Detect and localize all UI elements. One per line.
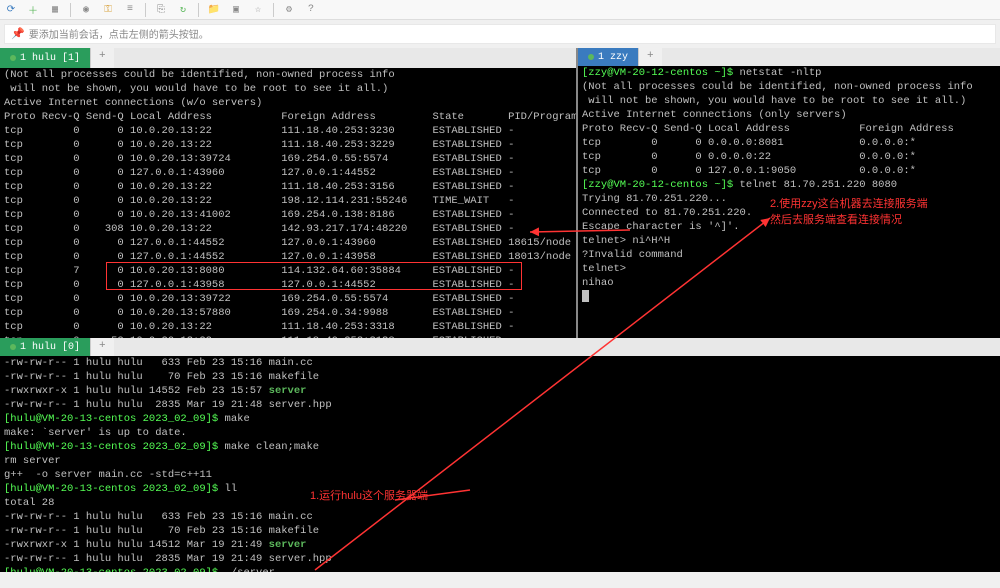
person-icon[interactable]: ◉ bbox=[79, 3, 93, 17]
right-tabs-row: 1 zzy + bbox=[578, 48, 1000, 66]
help-icon[interactable]: ? bbox=[304, 3, 318, 17]
terminal-line: Active Internet connections (only server… bbox=[578, 108, 1000, 122]
top-panes-container: 1 hulu [1] + (Not all processes could be… bbox=[0, 48, 1000, 338]
terminal-line: rm server bbox=[0, 454, 1000, 468]
terminal-line: [hulu@VM-20-13-centos 2023_02_09]$ make bbox=[0, 412, 1000, 426]
terminal-line: telnet> bbox=[578, 262, 1000, 276]
terminal-line: -rw-rw-r-- 1 hulu hulu 70 Feb 23 15:16 m… bbox=[0, 370, 1000, 384]
terminal-line: -rw-rw-r-- 1 hulu hulu 2835 Mar 19 21:49… bbox=[0, 552, 1000, 566]
tab-hulu-0[interactable]: 1 hulu [0] bbox=[0, 338, 91, 356]
terminal-line: [zzy@VM-20-12-centos ~]$ netstat -nltp bbox=[578, 66, 1000, 80]
netstat-row: tcp 0 0 127.0.0.1:43960 127.0.0.1:44552 … bbox=[0, 166, 576, 180]
main-toolbar: ⟳ ＋ ▦ ◉ ⚿ ≡ ⎘ ↻ 📁 ▣ ☆ ⚙ ? bbox=[0, 0, 1000, 20]
netstat-row: tcp 7 0 10.0.20.13:8080 114.132.64.60:35… bbox=[0, 264, 576, 278]
terminal-line: telnet> ni^H^H bbox=[578, 234, 1000, 248]
tab-label: 1 zzy bbox=[598, 52, 628, 63]
terminal-line: (Not all processes could be identified, … bbox=[578, 80, 1000, 94]
terminal-line: -rw-rw-r-- 1 hulu hulu 633 Feb 23 15:16 … bbox=[0, 356, 1000, 370]
tab-zzy[interactable]: 1 zzy bbox=[578, 48, 639, 66]
list-icon[interactable]: ≡ bbox=[123, 3, 137, 17]
terminal-line: total 28 bbox=[0, 496, 1000, 510]
netstat-row: tcp 0 0 10.0.20.13:22 111.18.40.253:3318… bbox=[0, 320, 576, 334]
toolbar-separator bbox=[145, 3, 146, 17]
key-icon[interactable]: ⚿ bbox=[101, 3, 115, 17]
tab-label: 1 hulu [0] bbox=[20, 342, 80, 353]
sync-icon[interactable]: ⟳ bbox=[4, 3, 18, 17]
terminal-line: Proto Recv-Q Send-Q Local Address Foreig… bbox=[578, 122, 1000, 136]
add-tab-button[interactable]: + bbox=[639, 48, 662, 66]
netstat-row: tcp 0 0 10.0.20.13:22 111.18.40.253:3229… bbox=[0, 138, 576, 152]
terminal-line: Connected to 81.70.251.220. bbox=[578, 206, 1000, 220]
terminal-line: -rwxrwxr-x 1 hulu hulu 14552 Feb 23 15:5… bbox=[0, 384, 1000, 398]
terminal-line: tcp 0 0 127.0.0.1:9050 0.0.0.0:* LISTEN bbox=[578, 164, 1000, 178]
star-icon[interactable]: ☆ bbox=[251, 3, 265, 17]
bottom-tabs-row: 1 hulu [0] + bbox=[0, 338, 1000, 356]
terminal-line: tcp 0 0 0.0.0.0:22 0.0.0.0:* LISTEN bbox=[578, 150, 1000, 164]
tab-hulu-1[interactable]: 1 hulu [1] bbox=[0, 48, 91, 68]
netstat-row: tcp 0 0 10.0.20.13:22 111.18.40.253:3230… bbox=[0, 124, 576, 138]
netstat-row: tcp 0 0 127.0.0.1:43958 127.0.0.1:44552 … bbox=[0, 278, 576, 292]
terminal-line: Trying 81.70.251.220... bbox=[578, 192, 1000, 206]
netstat-row: tcp 0 0 10.0.20.13:22 198.12.114.231:552… bbox=[0, 194, 576, 208]
toolbar-separator bbox=[70, 3, 71, 17]
hint-bar: 📌 要添加当前会话，点击左侧的箭头按钮。 bbox=[4, 24, 996, 44]
add-tab-button[interactable]: + bbox=[91, 48, 114, 68]
terminal-line: Escape character is '^]'. bbox=[578, 220, 1000, 234]
right-terminal-content[interactable]: [zzy@VM-20-12-centos ~]$ netstat -nltp(N… bbox=[578, 66, 1000, 304]
terminal-line: make: `server' is up to date. bbox=[0, 426, 1000, 440]
bottom-terminal-pane[interactable]: -rw-rw-r-- 1 hulu hulu 633 Feb 23 15:16 … bbox=[0, 356, 1000, 572]
tab-label: 1 hulu [1] bbox=[20, 53, 80, 64]
right-terminal-pane[interactable]: 1 zzy + [zzy@VM-20-12-centos ~]$ netstat… bbox=[578, 48, 1000, 338]
copy-icon[interactable]: ⎘ bbox=[154, 3, 168, 17]
left-tabs-row: 1 hulu [1] + bbox=[0, 48, 576, 68]
terminal-line: will not be shown, you would have to be … bbox=[578, 94, 1000, 108]
netstat-row: tcp 0 52 10.0.20.13:22 111.18.40.253:313… bbox=[0, 334, 576, 338]
bottom-terminal-content[interactable]: -rw-rw-r-- 1 hulu hulu 633 Feb 23 15:16 … bbox=[0, 356, 1000, 572]
gear-icon[interactable]: ⚙ bbox=[282, 3, 296, 17]
netstat-row: tcp 0 308 10.0.20.13:22 142.93.217.174:4… bbox=[0, 222, 576, 236]
netstat-row: tcp 0 0 10.0.20.13:22 111.18.40.253:3156… bbox=[0, 180, 576, 194]
folder-icon[interactable]: 📁 bbox=[207, 3, 221, 17]
terminal-line: -rw-rw-r-- 1 hulu hulu 70 Feb 23 15:16 m… bbox=[0, 524, 1000, 538]
terminal-line: ?Invalid command bbox=[578, 248, 1000, 262]
add-tab-button[interactable]: + bbox=[91, 338, 114, 356]
netstat-row: tcp 0 0 127.0.0.1:44552 127.0.0.1:43960 … bbox=[0, 236, 576, 250]
netstat-row: tcp 0 0 10.0.20.13:41002 169.254.0.138:8… bbox=[0, 208, 576, 222]
pin-icon: 📌 bbox=[11, 27, 25, 41]
plus-icon[interactable]: ＋ bbox=[26, 3, 40, 17]
terminal-line: [zzy@VM-20-12-centos ~]$ telnet 81.70.25… bbox=[578, 178, 1000, 192]
left-terminal-pane[interactable]: 1 hulu [1] + (Not all processes could be… bbox=[0, 48, 578, 338]
status-dot-icon bbox=[10, 344, 16, 350]
netstat-row: tcp 0 0 10.0.20.13:39724 169.254.0.55:55… bbox=[0, 152, 576, 166]
terminal-line: [hulu@VM-20-13-centos 2023_02_09]$ ./ser… bbox=[0, 566, 1000, 572]
status-dot-icon bbox=[588, 54, 594, 60]
terminal-line: [hulu@VM-20-13-centos 2023_02_09]$ ll bbox=[0, 482, 1000, 496]
terminal-line: -rwxrwxr-x 1 hulu hulu 14512 Mar 19 21:4… bbox=[0, 538, 1000, 552]
terminal-line: -rw-rw-r-- 1 hulu hulu 2835 Mar 19 21:48… bbox=[0, 398, 1000, 412]
terminal-line: [hulu@VM-20-13-centos 2023_02_09]$ make … bbox=[0, 440, 1000, 454]
toolbar-separator bbox=[273, 3, 274, 17]
terminal-icon[interactable]: ▣ bbox=[229, 3, 243, 17]
refresh-icon[interactable]: ↻ bbox=[176, 3, 190, 17]
terminal-line: -rw-rw-r-- 1 hulu hulu 633 Feb 23 15:16 … bbox=[0, 510, 1000, 524]
grid-icon[interactable]: ▦ bbox=[48, 3, 62, 17]
toolbar-separator bbox=[198, 3, 199, 17]
netstat-row: tcp 0 0 10.0.20.13:57880 169.254.0.34:99… bbox=[0, 306, 576, 320]
status-dot-icon bbox=[10, 55, 16, 61]
left-terminal-content[interactable]: (Not all processes could be identified, … bbox=[0, 68, 576, 338]
netstat-row: tcp 0 0 127.0.0.1:44552 127.0.0.1:43958 … bbox=[0, 250, 576, 264]
netstat-row: tcp 0 0 10.0.20.13:39722 169.254.0.55:55… bbox=[0, 292, 576, 306]
terminal-line: g++ -o server main.cc -std=c++11 bbox=[0, 468, 1000, 482]
terminal-line: tcp 0 0 0.0.0.0:8081 0.0.0.0:* LISTEN bbox=[578, 136, 1000, 150]
terminal-line: nihao bbox=[578, 276, 1000, 290]
hint-text: 要添加当前会话，点击左侧的箭头按钮。 bbox=[29, 26, 209, 42]
